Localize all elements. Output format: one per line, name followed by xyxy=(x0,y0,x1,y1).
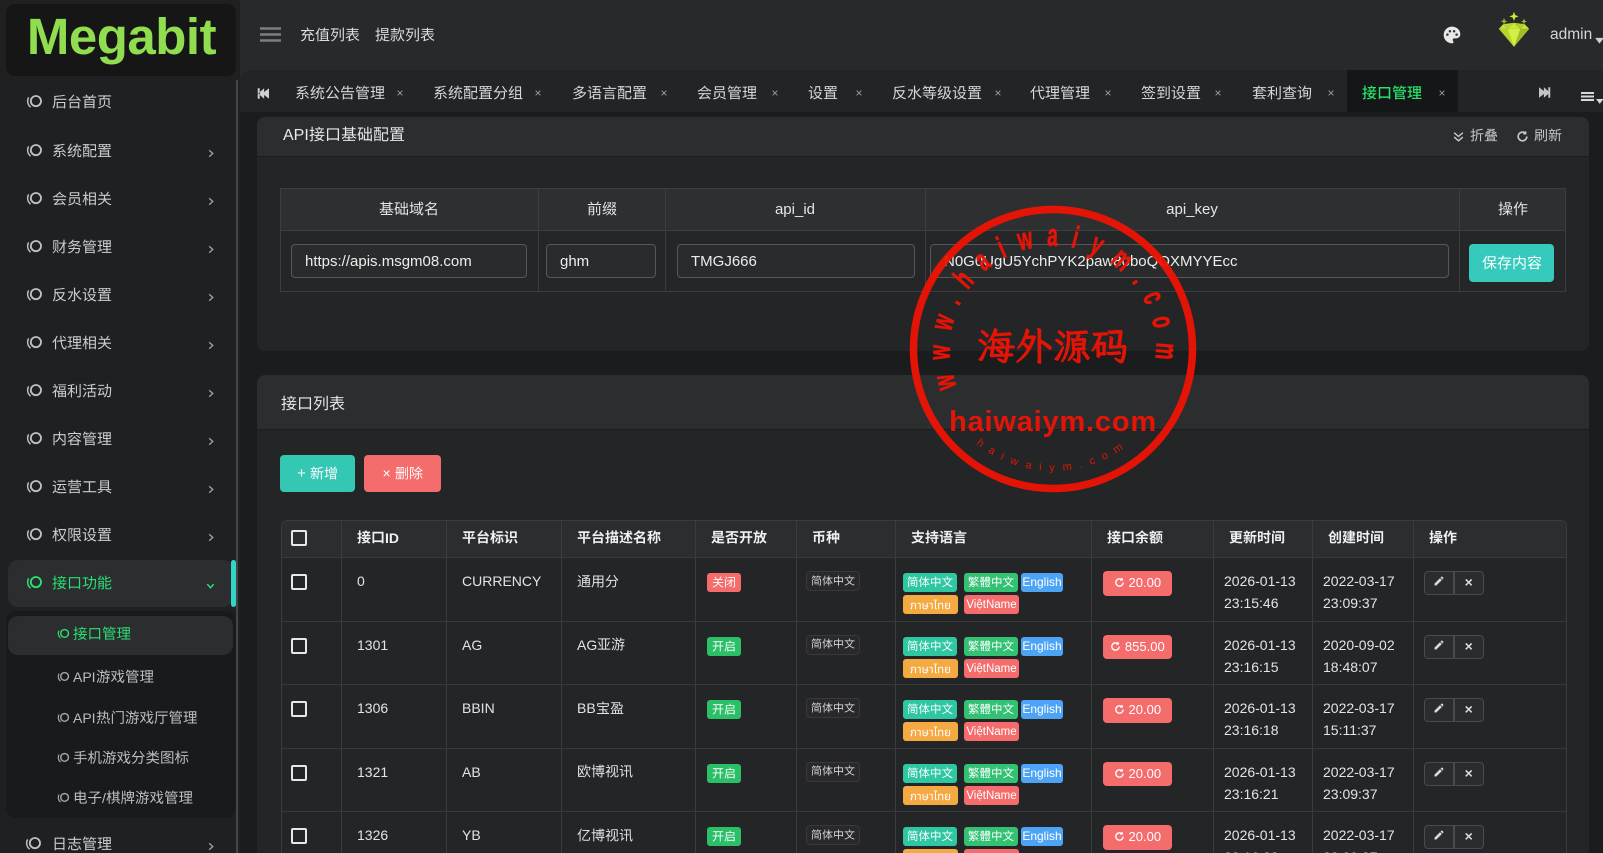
svg-text:haiwaiym.com: haiwaiym.com xyxy=(974,437,1125,474)
